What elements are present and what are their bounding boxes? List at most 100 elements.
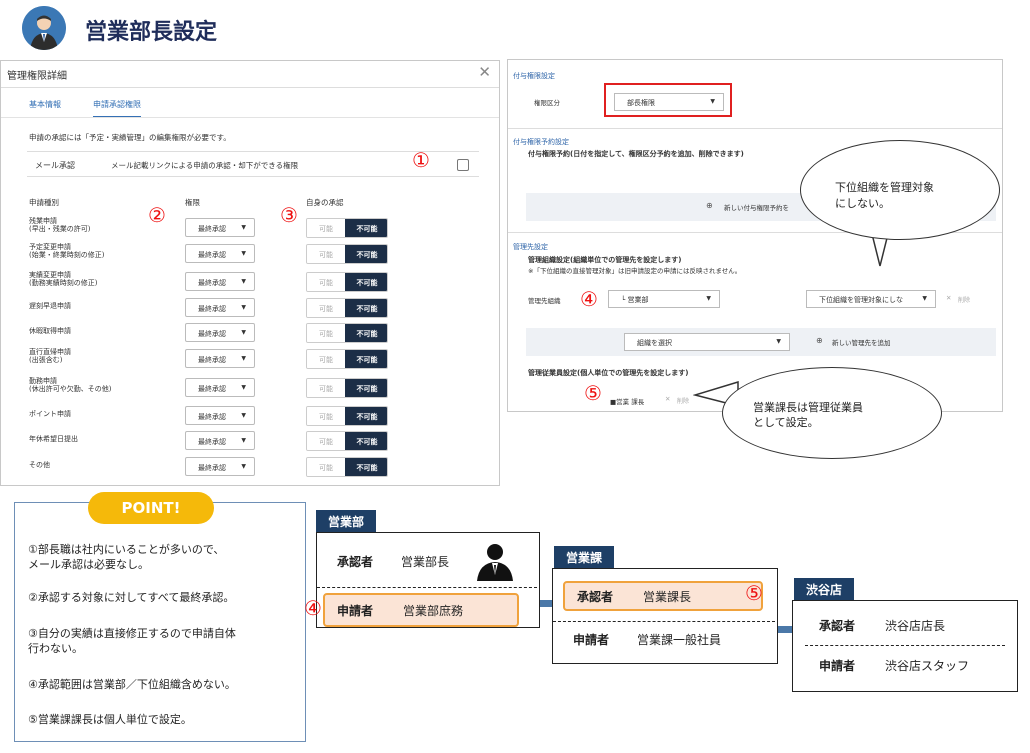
request-type-name: 年休希望日提出 (29, 435, 78, 443)
approver-label: 承認者 (337, 555, 374, 569)
toggle-possible[interactable]: 可能 (307, 407, 345, 425)
reserve-section-title: 付与権限予約設定 (513, 138, 569, 146)
request-type-name: 勤務申請 (29, 377, 57, 385)
toggle-possible[interactable]: 可能 (307, 299, 345, 317)
authority-select[interactable]: 最終承認 (185, 298, 255, 317)
toggle-possible[interactable]: 可能 (307, 432, 345, 450)
mail-approval-label: メール承認 (35, 161, 75, 170)
toggle-possible[interactable]: 可能 (307, 324, 345, 342)
tab-approval-permission[interactable]: 申請承認権限 (93, 99, 141, 118)
marker-4: ④ (580, 287, 598, 311)
request-type-sub: (早出・残業の許可) (29, 225, 91, 233)
col-header-type: 申請種別 (29, 198, 59, 207)
employee-setting-label: 管理従業員設定(個人単位での管理先を設定します) (528, 369, 689, 377)
add-reserve-button[interactable]: 新しい付与権限予約を (724, 202, 789, 212)
self-approval-toggle[interactable]: 可能 不可能 (306, 431, 388, 451)
delete-button[interactable]: 削除 (958, 295, 970, 304)
org-setting-note: ※「下位組織の直接管理対象」は旧申請設定の申請には反映されません。 (528, 267, 742, 275)
authority-select[interactable]: 最終承認 (185, 218, 255, 237)
select-org-dropdown[interactable]: 組織を選択 (624, 333, 790, 351)
delete-icon[interactable]: ✕ (946, 294, 951, 302)
self-approval-toggle[interactable]: 可能 不可能 (306, 323, 388, 343)
dashed-divider (553, 621, 775, 622)
remove-employee-button[interactable]: 削除 (677, 396, 689, 405)
marker-2: ② (148, 203, 166, 227)
reserve-desc: 付与権限予約(日付を指定して、権限区分予約を追加、削除できます) (528, 150, 744, 158)
toggle-possible[interactable]: 可能 (307, 219, 345, 237)
toggle-possible[interactable]: 可能 (307, 245, 345, 263)
org-select[interactable]: └ 営業部 (608, 290, 720, 308)
request-type-label: 休暇取得申請 (29, 327, 71, 335)
authority-select[interactable]: 最終承認 (185, 323, 255, 342)
employee-chip: ■営業 課長 (610, 398, 645, 406)
authority-select[interactable]: 最終承認 (185, 378, 255, 397)
col-header-auth: 権限 (185, 198, 200, 207)
toggle-impossible[interactable]: 不可能 (345, 324, 387, 342)
toggle-impossible[interactable]: 不可能 (345, 273, 387, 291)
self-approval-toggle[interactable]: 可能 不可能 (306, 378, 388, 398)
authority-select[interactable]: 最終承認 (185, 406, 255, 425)
tab-basic-info[interactable]: 基本情報 (29, 99, 61, 110)
toggle-possible[interactable]: 可能 (307, 458, 345, 476)
marker-1: ① (412, 148, 430, 172)
speech-bubble-subordinate: 下位組織を管理対象 にしない。 (800, 140, 1000, 240)
authority-select[interactable]: 最終承認 (185, 349, 255, 368)
toggle-possible[interactable]: 可能 (307, 379, 345, 397)
remove-employee-icon[interactable]: ✕ (665, 395, 670, 403)
authority-select[interactable]: 最終承認 (185, 431, 255, 450)
divider (1, 87, 499, 88)
request-type-name: 残業申請 (29, 217, 57, 225)
add-circle-icon[interactable]: ⊕ (706, 201, 713, 210)
org-add-band: 組織を選択 ⊕ 新しい管理先を追加 (526, 328, 996, 356)
self-approval-toggle[interactable]: 可能 不可能 (306, 272, 388, 292)
add-circle-icon[interactable]: ⊕ (816, 336, 823, 345)
point-line: ②承認する対象に対してすべて最終承認。 (28, 591, 235, 604)
self-approval-toggle[interactable]: 可能 不可能 (306, 244, 388, 264)
toggle-impossible[interactable]: 不可能 (345, 407, 387, 425)
self-approval-toggle[interactable]: 可能 不可能 (306, 406, 388, 426)
toggle-impossible[interactable]: 不可能 (345, 350, 387, 368)
self-approval-toggle[interactable]: 可能 不可能 (306, 298, 388, 318)
dept-header-shibuya: 渋谷店 (794, 578, 855, 600)
mgmt-section-title: 管理先設定 (513, 243, 548, 251)
point-line: メール承認は必要なし。 (28, 558, 149, 571)
authority-select[interactable]: 最終承認 (185, 457, 255, 476)
page-title: 営業部長設定 (85, 20, 218, 45)
bubble-text: として設定。 (753, 416, 819, 429)
marker-4-diagram: ④ (304, 596, 322, 620)
authority-select[interactable]: 最終承認 (185, 272, 255, 291)
toggle-possible[interactable]: 可能 (307, 350, 345, 368)
close-icon[interactable]: ✕ (478, 63, 491, 81)
dialog-title: 管理権限詳細 (7, 71, 67, 82)
col-header-self: 自身の承認 (306, 198, 344, 207)
request-type-label: 直行直帰申請 (出張含む) (29, 348, 71, 364)
request-type-name: 実績変更申請 (29, 271, 71, 279)
self-approval-toggle[interactable]: 可能 不可能 (306, 349, 388, 369)
request-type-label: 遅刻早退申請 (29, 302, 71, 310)
toggle-impossible[interactable]: 不可能 (345, 245, 387, 263)
toggle-impossible[interactable]: 不可能 (345, 379, 387, 397)
request-type-sub: (始業・終業時刻の修正) (29, 251, 105, 259)
point-line: ①部長職は社内にいることが多いので、 (28, 543, 225, 556)
applicant-name: 渋谷店スタッフ (885, 659, 970, 673)
toggle-impossible[interactable]: 不可能 (345, 219, 387, 237)
dashed-divider (317, 587, 537, 588)
dept-box-sales: 承認者 営業部長 申請者 営業部庶務 (316, 532, 540, 628)
point-badge: POINT! (88, 492, 214, 524)
self-approval-toggle[interactable]: 可能 不可能 (306, 218, 388, 238)
add-mgmt-button[interactable]: 新しい管理先を追加 (832, 337, 891, 347)
toggle-possible[interactable]: 可能 (307, 273, 345, 291)
sub-org-select[interactable]: 下位組織を管理対象にしな (806, 290, 936, 308)
approver-label: 承認者 (577, 590, 614, 604)
toggle-impossible[interactable]: 不可能 (345, 299, 387, 317)
grant-type-select[interactable]: 部長権限 (614, 93, 724, 111)
toggle-impossible[interactable]: 不可能 (345, 458, 387, 476)
mail-approval-checkbox[interactable] (457, 159, 469, 171)
authority-select[interactable]: 最終承認 (185, 244, 255, 263)
bubble-text: 下位組織を管理対象 (835, 181, 934, 194)
request-type-sub: (休出許可や欠勤、その他) (29, 385, 112, 393)
org-setting-label: 管理組織設定(組織単位での管理先を設定します) (528, 256, 682, 264)
request-type-name: 直行直帰申請 (29, 348, 71, 356)
self-approval-toggle[interactable]: 可能 不可能 (306, 457, 388, 477)
toggle-impossible[interactable]: 不可能 (345, 432, 387, 450)
